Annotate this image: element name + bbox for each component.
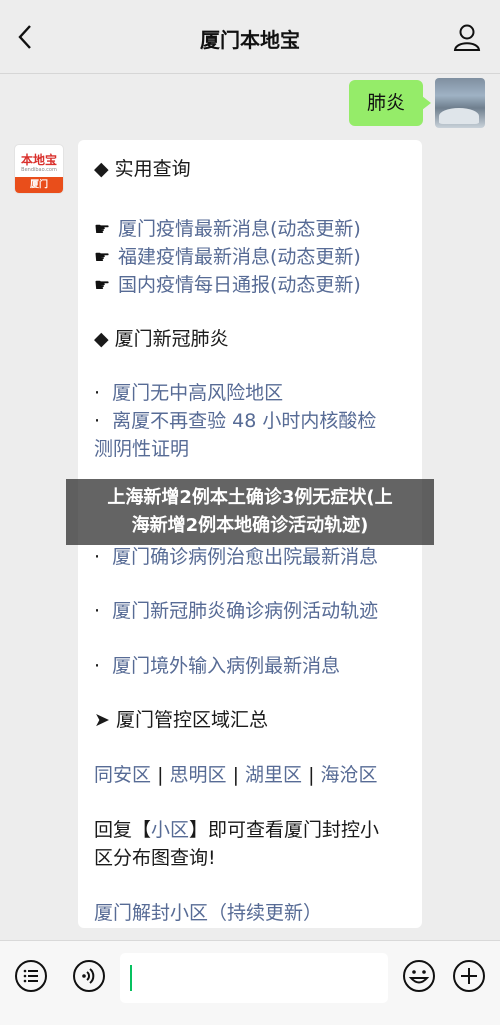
- plus-icon[interactable]: [452, 959, 486, 993]
- keyword-xiaoqu[interactable]: 小区: [151, 819, 189, 841]
- profile-icon[interactable]: [452, 22, 482, 52]
- link-imported-cases[interactable]: · 厦门境外输入病例最新消息: [94, 651, 340, 678]
- link-national-epidemic[interactable]: ☛ 国内疫情每日通报(动态更新): [94, 270, 361, 297]
- section-title-covid: ◆ 厦门新冠肺炎: [94, 328, 229, 350]
- link-tongan[interactable]: 同安区: [94, 764, 151, 786]
- link-discharge-news[interactable]: · 厦门确诊病例治愈出院最新消息: [94, 542, 378, 569]
- composer-bar: [0, 940, 500, 1025]
- bot-logo-site: Bendibao.com: [21, 167, 57, 173]
- link-huli[interactable]: 湖里区: [245, 764, 302, 786]
- menu-icon[interactable]: [14, 959, 48, 993]
- pointing-hand-icon: ☛: [94, 219, 111, 240]
- link-case-tracks[interactable]: · 厦门新冠肺炎确诊病例活动轨迹: [94, 596, 378, 623]
- link-xiamen-epidemic[interactable]: ☛ 厦门疫情最新消息(动态更新): [94, 214, 361, 241]
- top-nav-bar: 厦门本地宝: [0, 0, 500, 74]
- user-message-bubble[interactable]: 肺炎: [349, 80, 431, 126]
- district-links: 同安区 | 思明区 | 湖里区 | 海沧区: [94, 764, 378, 786]
- reply-hint-line2: 区分布图查询!: [94, 847, 216, 869]
- overlay-caption-line1: 上海新增2例本土确诊3例无症状(上: [107, 487, 393, 508]
- bot-logo-name: 本地宝: [20, 153, 57, 167]
- bot-avatar[interactable]: 本地宝 Bendibao.com 厦门: [14, 144, 64, 194]
- link-nat-check-cont[interactable]: 测阴性证明: [94, 434, 189, 461]
- text-caret: [130, 965, 132, 991]
- link-siming[interactable]: 思明区: [170, 764, 227, 786]
- page-title: 厦门本地宝: [200, 28, 300, 52]
- link-control-zones[interactable]: ➤ 厦门管控区域汇总: [94, 705, 268, 732]
- message-input[interactable]: [120, 953, 388, 1003]
- link-fujian-epidemic[interactable]: ☛ 福建疫情最新消息(动态更新): [94, 242, 361, 269]
- bot-logo-city: 厦门: [15, 177, 63, 193]
- pointing-hand-icon: ☛: [94, 275, 111, 296]
- link-risk-areas[interactable]: · 厦门无中高风险地区: [94, 378, 283, 405]
- voice-icon[interactable]: [72, 959, 106, 993]
- link-haicang[interactable]: 海沧区: [321, 764, 378, 786]
- reply-hint-line1: 回复【小区】即可查看厦门封控小: [94, 819, 380, 841]
- link-nat-check[interactable]: · 离厦不再查验 48 小时内核酸检: [94, 406, 376, 433]
- emoji-icon[interactable]: [402, 959, 436, 993]
- section-title-practical: ◆ 实用查询: [94, 158, 191, 180]
- overlay-caption-line2: 海新增2例本地确诊活动轨迹): [131, 515, 369, 536]
- overlay-caption: 上海新增2例本土确诊3例无症状(上 海新增2例本地确诊活动轨迹): [66, 479, 434, 545]
- pointing-hand-icon: ☛: [94, 247, 111, 268]
- link-unsealed-communities[interactable]: 厦门解封小区（持续更新）: [94, 898, 322, 925]
- user-avatar[interactable]: [435, 78, 485, 128]
